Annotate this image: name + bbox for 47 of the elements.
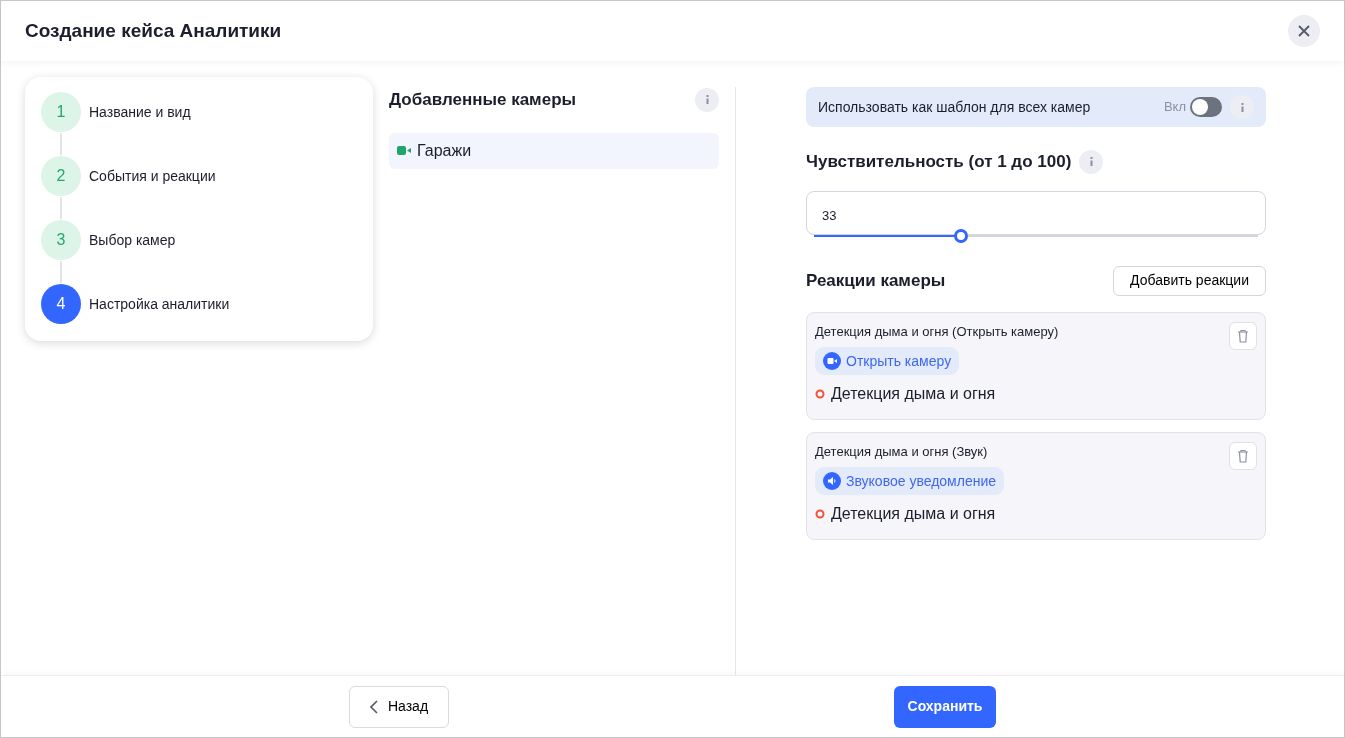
- value-field[interactable]: 33: [806, 190, 1266, 235]
- reaction-title: Детекция дыма и огня (Открыть камеру): [815, 322, 1060, 341]
- save-button[interactable]: Сохранить: [894, 685, 996, 728]
- step-item[interactable]: 3 Выбор камер: [41, 219, 357, 261]
- reaction-title: Детекция дыма и огня (Звук): [815, 442, 989, 461]
- toggle-switch[interactable]: [1190, 97, 1222, 117]
- action-chip: Звуковое уведомление: [815, 467, 1005, 495]
- delete-button[interactable]: [1229, 321, 1257, 350]
- status-ring-icon: [815, 509, 825, 519]
- step-number: 1: [41, 92, 81, 132]
- info-icon[interactable]: [1230, 95, 1254, 119]
- section-title: Чувствительность (от 1 до 100): [806, 151, 1072, 173]
- close-button[interactable]: [1288, 15, 1320, 47]
- info-icon[interactable]: [695, 87, 719, 112]
- step-item[interactable]: 2 События и реакции: [41, 155, 357, 197]
- step-label: Выбор камер: [89, 230, 176, 250]
- add-reactions-button[interactable]: Добавить реакции: [1113, 265, 1266, 296]
- window-title: Создание кейса Аналитики: [25, 19, 282, 43]
- speaker-icon: [823, 472, 841, 490]
- action-chip: Открыть камеру: [815, 347, 960, 375]
- trash-icon: [1237, 328, 1249, 343]
- toggle-label: Вкл: [1163, 98, 1186, 117]
- event-label: Детекция дыма и огня: [831, 384, 996, 404]
- step-number: 4: [41, 284, 81, 324]
- info-icon[interactable]: [1079, 149, 1104, 174]
- trash-icon: [1237, 448, 1249, 463]
- back-button[interactable]: Назад: [349, 685, 449, 728]
- step-item[interactable]: 1 Название и вид: [41, 91, 357, 133]
- chevron-left-icon: [369, 699, 378, 714]
- status-ring-icon: [815, 389, 825, 399]
- step-label: Настройка аналитики: [89, 294, 230, 314]
- step-label: Название и вид: [89, 102, 191, 122]
- sensitivity-slider[interactable]: [814, 228, 1258, 243]
- step-label: События и реакции: [89, 166, 216, 186]
- section-title: Реакции камеры: [806, 269, 946, 292]
- delete-button[interactable]: [1229, 441, 1257, 470]
- video-camera-icon: [823, 352, 841, 370]
- template-label: Использовать как шаблон для всех камер: [818, 97, 1092, 117]
- section-title: Добавленные камеры: [389, 89, 577, 111]
- step-item[interactable]: 4 Настройка аналитики: [41, 283, 357, 325]
- camera-item[interactable]: Гаражи: [389, 132, 719, 169]
- slider-thumb[interactable]: [953, 228, 968, 243]
- step-number: 3: [41, 220, 81, 260]
- step-number: 2: [41, 156, 81, 196]
- event-label: Детекция дыма и огня: [831, 504, 996, 524]
- video-camera-icon: [397, 146, 411, 155]
- close-icon: [1298, 25, 1310, 37]
